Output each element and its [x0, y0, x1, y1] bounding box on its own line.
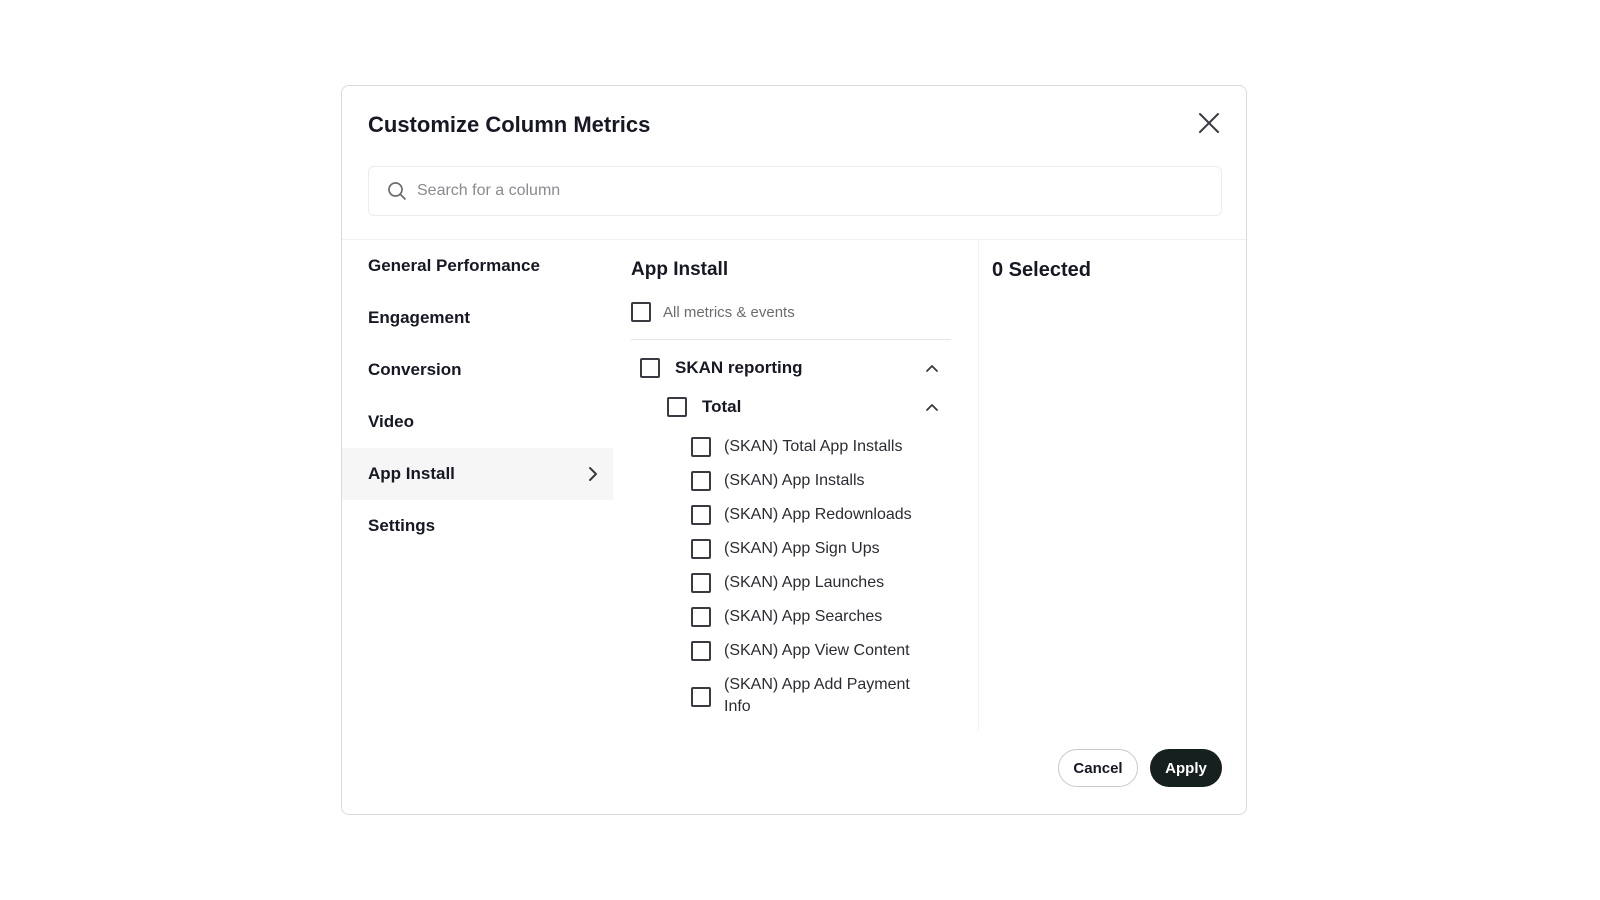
- panel-divider: [631, 339, 951, 340]
- selected-count: 0 Selected: [992, 259, 1091, 281]
- subgroup-label: Total: [702, 397, 742, 416]
- metric-label: (SKAN) App Add Payment Info: [724, 676, 910, 715]
- list-item[interactable]: (SKAN) App Launches: [691, 572, 951, 594]
- sidebar-item-app-install[interactable]: App Install: [342, 448, 613, 500]
- chevron-right-icon: [589, 467, 597, 481]
- close-icon: [1199, 113, 1219, 133]
- metric-checkbox[interactable]: [691, 573, 711, 593]
- metric-checkbox[interactable]: [691, 607, 711, 627]
- panel-title: App Install: [631, 259, 729, 280]
- metric-checkbox[interactable]: [691, 471, 711, 491]
- search-icon: [388, 182, 406, 200]
- collapse-skan-reporting[interactable]: [924, 360, 940, 376]
- total-subgroup: Total: [667, 397, 741, 417]
- cancel-button[interactable]: Cancel: [1058, 749, 1138, 787]
- list-item[interactable]: (SKAN) App View Content: [691, 640, 951, 662]
- sidebar-item-label: General Performance: [368, 256, 540, 275]
- metric-checkbox[interactable]: [691, 641, 711, 661]
- sidebar-item-label: Conversion: [368, 360, 462, 379]
- metric-label: (SKAN) App Sign Ups: [724, 540, 880, 557]
- metric-label: (SKAN) App Installs: [724, 472, 865, 489]
- metric-label: (SKAN) App Searches: [724, 608, 883, 625]
- chevron-up-icon: [926, 365, 938, 372]
- search-box: [368, 166, 1222, 216]
- dialog-title: Customize Column Metrics: [368, 112, 651, 137]
- group-label: SKAN reporting: [675, 358, 803, 377]
- total-checkbox[interactable]: [667, 397, 687, 417]
- search-input[interactable]: [417, 182, 1197, 200]
- skan-reporting-group: SKAN reporting: [640, 358, 803, 378]
- list-item[interactable]: (SKAN) App Installs: [691, 470, 951, 492]
- sidebar-item-label: Engagement: [368, 308, 471, 327]
- sidebar-item-video[interactable]: Video: [342, 396, 613, 448]
- list-item[interactable]: (SKAN) Total App Installs: [691, 436, 951, 458]
- sidebar-item-engagement[interactable]: Engagement: [342, 292, 613, 344]
- all-metrics-checkbox[interactable]: [631, 302, 651, 322]
- all-metrics-row: All metrics & events: [631, 302, 795, 322]
- metric-checkbox[interactable]: [691, 539, 711, 559]
- sidebar-item-label: Settings: [368, 516, 436, 535]
- list-item[interactable]: (SKAN) App Add Payment Info: [691, 674, 951, 718]
- metric-checkbox[interactable]: [691, 437, 711, 457]
- category-sidebar: General Performance Engagement Conversio…: [342, 240, 613, 710]
- metrics-panel: App Install All metrics & events SKAN re…: [631, 240, 951, 720]
- metric-checkbox[interactable]: [691, 505, 711, 525]
- metric-label: (SKAN) App View Content: [724, 642, 910, 659]
- skan-reporting-checkbox[interactable]: [640, 358, 660, 378]
- list-item[interactable]: (SKAN) App Redownloads: [691, 504, 951, 526]
- apply-button[interactable]: Apply: [1150, 749, 1222, 787]
- chevron-up-icon: [926, 404, 938, 411]
- column-divider: [978, 240, 979, 730]
- metric-checkbox[interactable]: [691, 686, 711, 707]
- metric-label: (SKAN) App Launches: [724, 574, 885, 591]
- list-item[interactable]: (SKAN) App Searches: [691, 606, 951, 628]
- sidebar-item-conversion[interactable]: Conversion: [342, 344, 613, 396]
- customize-columns-dialog: Customize Column Metrics General Perform…: [341, 85, 1247, 815]
- list-item[interactable]: (SKAN) App Sign Ups: [691, 538, 951, 560]
- sidebar-item-label: App Install: [368, 464, 455, 483]
- all-metrics-label: All metrics & events: [663, 303, 795, 321]
- sidebar-item-label: Video: [368, 412, 414, 431]
- metric-label: (SKAN) Total App Installs: [724, 438, 903, 455]
- metric-list: (SKAN) Total App Installs (SKAN) App Ins…: [691, 436, 951, 730]
- collapse-total[interactable]: [924, 399, 940, 415]
- metric-label: (SKAN) App Redownloads: [724, 506, 912, 523]
- close-button[interactable]: [1194, 108, 1224, 138]
- sidebar-item-general-performance[interactable]: General Performance: [342, 240, 613, 292]
- sidebar-item-settings[interactable]: Settings: [342, 500, 613, 552]
